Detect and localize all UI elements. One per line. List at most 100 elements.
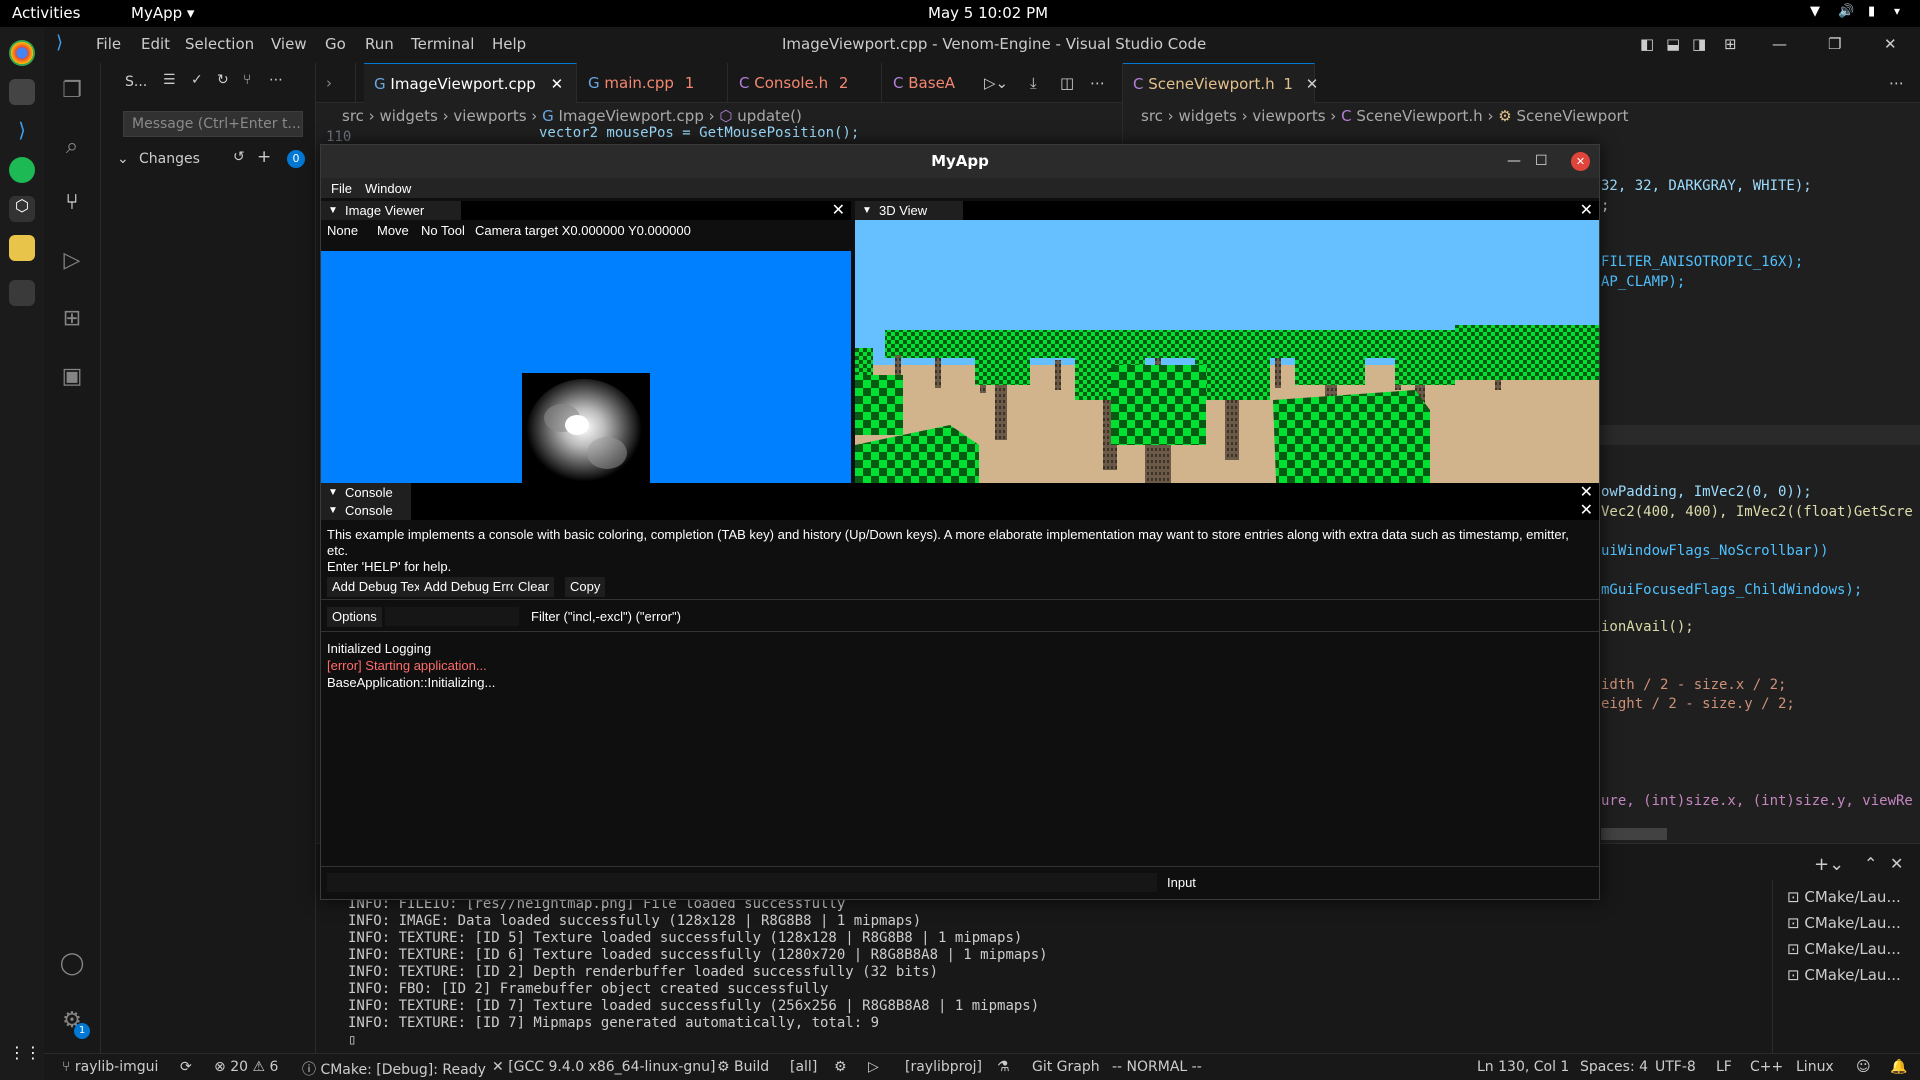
tab-scroll-left[interactable]: › [316,63,356,103]
code-line[interactable]: ure, (int)size.x, (int)size.y, viewRe [1601,793,1913,809]
customize-layout-icon[interactable]: ⊞ [1724,35,1737,53]
source-control-icon[interactable]: ⑂ [58,189,86,217]
volume-icon[interactable]: 🔊 [1838,4,1854,19]
code-line[interactable]: eight / 2 - size.y / 2; [1601,696,1795,712]
status-project[interactable]: [raylibproj] [905,1059,982,1075]
terminal-tab-item[interactable]: ⊡ CMake/Lau... [1787,940,1901,958]
branch-icon[interactable]: ⑂ [243,72,251,88]
show-apps-icon[interactable]: ⋮⋮ [9,1043,41,1069]
code-line-partial[interactable]: vector2 mousePos = GetMousePosition(); [539,125,859,141]
spotify-icon[interactable] [9,157,35,183]
close-panel-icon[interactable]: ✕ [1890,854,1903,873]
code-line[interactable]: Vec2(400, 400), ImVec2((float)GetScre [1601,504,1913,520]
toggle-panel-icon[interactable]: ⬓ [1666,35,1680,53]
editor-more-icon[interactable]: ⋯ [1080,63,1115,103]
minimize-icon[interactable]: — [1772,35,1787,53]
tab-sceneviewport-h[interactable]: C SceneViewport.h 1 ✕ [1123,63,1318,103]
status-branch[interactable]: ⑂ raylib-imgui [62,1059,158,1075]
run-icon[interactable]: ▷ [868,1059,879,1075]
image-viewer-close-icon[interactable]: ✕ [832,201,845,220]
battery-icon[interactable]: ▮ [1868,4,1875,19]
code-line[interactable]: mGuiFocusedFlags_ChildWindows); [1601,582,1862,598]
editor-more-icon[interactable]: ⋯ [1879,63,1914,103]
clock[interactable]: May 5 10:02 PM [928,4,1048,22]
notifications-icon[interactable]: 🔔 [1890,1059,1907,1075]
code-line[interactable]: uiWindowFlags_NoScrollbar)) [1601,543,1829,559]
feedback-icon[interactable]: ☺ [1856,1059,1871,1075]
commit-message-input[interactable]: Message (Ctrl+Enter t... [123,111,303,137]
status-encoding[interactable]: UTF-8 [1655,1059,1696,1075]
discard-all-icon[interactable]: ↺ [233,149,245,165]
myapp-minimize-icon[interactable]: — [1507,145,1521,178]
view-as-tree-icon[interactable]: ☰ [163,72,176,88]
tab-imageviewport-cpp[interactable]: G ImageViewport.cpp ✕ [364,63,577,103]
status-os[interactable]: Linux [1796,1059,1834,1075]
menu-go[interactable]: Go [325,35,346,53]
breadcrumb-item[interactable]: viewports [1252,107,1325,125]
breadcrumb-item[interactable]: src [1141,107,1163,125]
horizontal-scrollbar[interactable] [1601,828,1667,840]
breadcrumb-item[interactable]: SceneViewport [1516,107,1628,125]
debug-icon[interactable]: ⚙ [834,1059,847,1075]
add-debug-error-button[interactable]: Add Debug Error [419,577,527,597]
code-line[interactable]: ; [1601,198,1609,214]
code-line[interactable]: AP_CLAMP); [1601,274,1685,290]
status-position[interactable]: Ln 130, Col 1 [1477,1059,1569,1075]
menu-help[interactable]: Help [492,35,526,53]
menu-view[interactable]: View [271,35,307,53]
breadcrumb-item[interactable]: ImageViewport.cpp [558,107,703,125]
status-build[interactable]: ⚙ Build [717,1059,769,1075]
view3d-tab[interactable]: ▼ 3D View [855,201,963,220]
commit-icon[interactable]: ✓ [191,72,203,88]
console-tab[interactable]: ▼ Console [321,501,411,520]
vscode-dock-icon[interactable]: ⟩ [9,118,35,144]
more-actions-icon[interactable]: ⋯ [269,72,283,88]
menu-selection[interactable]: Selection [185,35,254,53]
myapp-menu-window[interactable]: Window [365,181,411,196]
chevron-down-icon[interactable]: ⌄ [117,151,129,167]
remote-icon[interactable]: ▣ [58,363,86,391]
status-cmake[interactable]: ⓘ CMake: [Debug]: Ready [302,1059,486,1079]
chrome-icon[interactable] [9,40,35,66]
run-file-icon[interactable]: ▷⌄ [974,63,1018,103]
new-terminal-icon[interactable]: +⌄ [1814,854,1844,875]
notes-icon[interactable] [9,235,35,261]
app-menu-button[interactable]: MyApp ▾ [131,4,194,22]
toggle-sidebar-icon[interactable]: ◧ [1640,35,1654,53]
myapp-maximize-icon[interactable]: ☐ [1535,145,1548,178]
console-input[interactable] [327,873,1157,892]
close-icon[interactable]: ✕ [1884,35,1897,53]
refresh-icon[interactable]: ↻ [217,72,229,88]
menu-edit[interactable]: Edit [141,35,170,53]
run-debug-icon[interactable]: ▷ [58,247,86,275]
status-spaces[interactable]: Spaces: 4 [1580,1059,1648,1075]
status-git-graph[interactable]: Git Graph [1032,1059,1100,1075]
myapp-menu-file[interactable]: File [331,181,352,196]
breadcrumb-item[interactable]: widgets [379,107,437,125]
maximize-panel-icon[interactable]: ⌃ [1864,854,1877,873]
add-debug-text-button[interactable]: Add Debug Text [327,577,430,597]
console-close-icon[interactable]: ✕ [1580,483,1593,502]
image-viewer-tab[interactable]: ▼ Image Viewer [321,201,461,220]
tool-none[interactable]: None [327,223,358,238]
flask-icon[interactable]: ⚗ [997,1059,1010,1075]
close-tab-icon[interactable]: ✕ [1306,75,1319,93]
code-line[interactable]: owPadding, ImVec2(0, 0)); [1601,484,1812,500]
terminal-tab-item[interactable]: ⊡ CMake/Lau... [1787,914,1901,932]
code-line[interactable]: ionAvail(); [1601,619,1694,635]
terminal-output[interactable]: INFO: FILEIO: [res//heightmap.png] File … [348,896,1048,1049]
explorer-icon[interactable]: ❐ [58,77,86,105]
copy-button[interactable]: Copy [565,577,606,597]
view3d-close-icon[interactable]: ✕ [1580,201,1593,220]
tab-main-cpp[interactable]: G main.cpp 1 [578,63,728,103]
toggle-secondary-sidebar-icon[interactable]: ◨ [1692,35,1706,53]
clear-button[interactable]: Clear [513,577,555,597]
tab-basea[interactable]: C BaseA [883,63,973,103]
status-language[interactable]: C++ [1750,1059,1783,1075]
filter-input[interactable] [385,607,519,626]
console-close-icon[interactable]: ✕ [1580,501,1593,520]
extensions-icon[interactable]: ⊞ [58,305,86,333]
code-line[interactable]: FILTER_ANISOTROPIC_16X); [1601,254,1803,270]
maximize-icon[interactable]: ❐ [1828,35,1841,53]
console-tab[interactable]: ▼ Console [321,483,411,502]
